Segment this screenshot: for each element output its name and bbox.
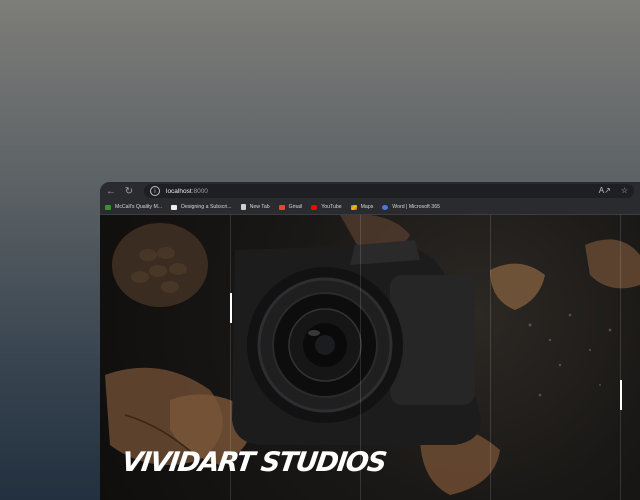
maps-icon [350,204,357,210]
bookmark-label: Designing a Subscri... [181,204,232,210]
read-aloud-icon[interactable]: A↗ [599,186,611,195]
url-host: localhost [166,187,192,195]
page-icon [240,204,246,210]
mccalls-icon [105,204,111,210]
hero-title: VIVIDART STUDIOS [119,447,388,478]
bookmark-designing[interactable]: Designing a Subscri... [171,204,232,210]
bookmark-label: Word | Microsoft 365 [392,204,440,210]
url-port: :8000 [191,187,208,195]
favorite-star-icon[interactable]: ☆ [621,186,628,195]
browser-window: ← ↻ i localhost:8000 A↗ ☆ McCall's Quali… [100,182,640,500]
scroll-indicator [620,380,622,410]
url-text[interactable]: localhost:8000 [166,188,208,195]
gmail-icon [278,204,285,210]
bookmark-label: Maps [360,204,374,210]
scroll-indicator [230,293,232,323]
reload-icon[interactable]: ↻ [122,184,136,198]
bookmark-gmail[interactable]: Gmail [278,204,303,210]
word-icon [382,204,389,210]
address-bar[interactable]: i localhost:8000 A↗ ☆ [144,184,634,198]
bookmarks-bar: McCall's Quality M... Designing a Subscr… [100,200,640,215]
grid-guide-line [620,215,621,500]
bookmark-mccalls[interactable]: McCall's Quality M... [105,204,162,210]
bookmark-maps[interactable]: Maps [350,204,374,210]
youtube-icon [311,204,318,210]
grid-guide-line [490,215,491,500]
bookmark-word[interactable]: Word | Microsoft 365 [382,204,440,210]
back-icon[interactable]: ← [104,184,118,198]
bookmark-label: Gmail [288,204,303,210]
bookmark-youtube[interactable]: YouTube [311,204,342,210]
bookmark-label: New Tab [249,204,270,210]
bookmark-label: YouTube [321,204,342,210]
info-icon[interactable]: i [150,186,160,196]
bookmark-label: McCall's Quality M... [115,204,163,210]
video-icon [171,204,178,210]
hero-section: VIVIDART STUDIOS [100,215,640,500]
browser-toolbar: ← ↻ i localhost:8000 A↗ ☆ [100,182,640,200]
bookmark-new-tab[interactable]: New Tab [240,204,270,210]
